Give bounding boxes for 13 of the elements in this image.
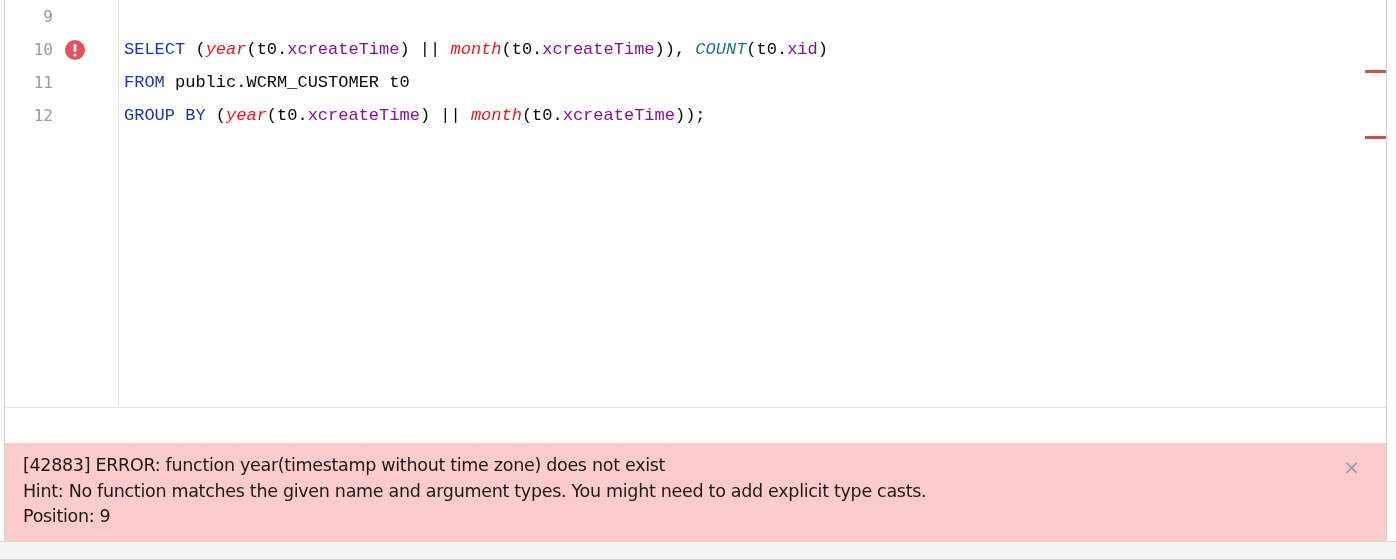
line-number: 10	[32, 40, 53, 59]
error-message: Position: 9	[23, 505, 112, 528]
line-number: 12	[32, 106, 53, 125]
code-line: FROM public.WCRM_CUSTOMER t0	[124, 73, 410, 92]
line-number: 9	[42, 7, 53, 26]
error-message: [42883] ERROR: function year(timestamp without time zone) does not exist	[23, 454, 667, 477]
error-stripe-mark[interactable]	[1365, 136, 1386, 139]
close-button[interactable]: ×	[1343, 455, 1360, 479]
line-number: 11	[32, 73, 53, 92]
error-stripe-mark[interactable]	[1365, 70, 1386, 73]
code-line: GROUP BY (year(t0.xcreateTime) || month(t0.xcreateTime));	[124, 106, 706, 125]
error-message: Hint: No function matches the given name and argument types. You might need to add explicit type casts.	[23, 479, 928, 503]
code-line: SELECT (year(t0.xcreateTime) || month(t0.xcreateTime)), COUNT(t0.xid)	[124, 40, 828, 59]
